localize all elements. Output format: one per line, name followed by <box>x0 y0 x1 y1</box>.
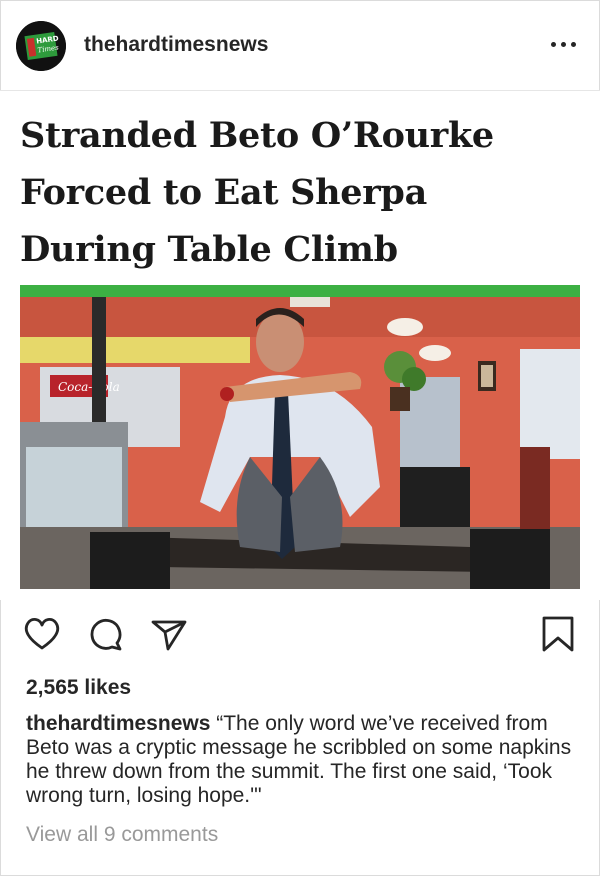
hard-times-logo: HARD Times <box>16 21 66 71</box>
action-bar <box>0 600 600 668</box>
bookmark-icon[interactable] <box>536 612 580 656</box>
caption: thehardtimesnews “The only word we’ve re… <box>26 712 576 808</box>
view-comments-link[interactable]: View all 9 comments <box>26 823 218 847</box>
avatar[interactable]: HARD Times <box>16 21 66 71</box>
ellipsis-horizontal-icon[interactable] <box>548 31 580 57</box>
send-icon[interactable] <box>147 612 191 656</box>
comment-icon[interactable] <box>84 612 128 656</box>
headline-line: Forced to Eat Sherpa <box>20 172 427 213</box>
photo: Coca-Cola <box>20 297 580 589</box>
post-image[interactable]: Stranded Beto O’Rourke Forced to Eat She… <box>0 91 600 600</box>
likes-count[interactable]: 2,565 likes <box>26 676 131 700</box>
headline-line: Stranded Beto O’Rourke <box>20 115 494 156</box>
headline-line: During Table Climb <box>20 229 398 270</box>
heart-icon[interactable] <box>20 612 64 656</box>
post-header: HARD Times thehardtimesnews <box>0 0 600 91</box>
caption-username[interactable]: thehardtimesnews <box>26 712 210 735</box>
username[interactable]: thehardtimesnews <box>84 33 268 57</box>
photo-sign-text: Coca-Cola <box>58 380 120 394</box>
accent-bar <box>20 285 580 297</box>
headline: Stranded Beto O’Rourke Forced to Eat She… <box>20 107 580 278</box>
